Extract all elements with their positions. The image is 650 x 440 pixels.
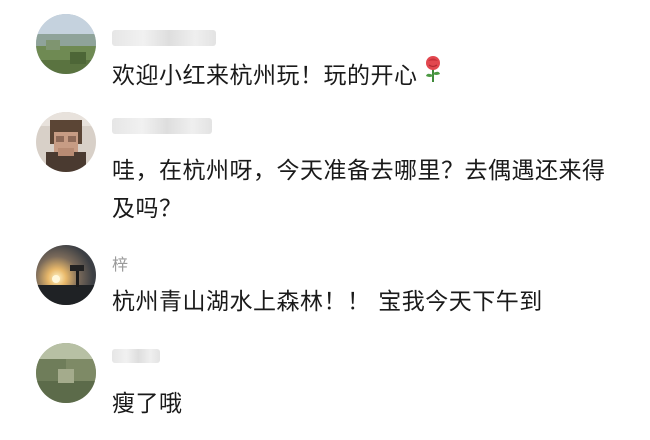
username-blurred xyxy=(112,30,216,46)
comment-body: 杭州青山湖水上森林！！ 宝我今天下午到 xyxy=(112,283,622,321)
comment-text: 哇，在杭州呀，今天准备去哪里？去偶遇还来得及吗？ xyxy=(112,158,606,222)
comment-item: 瘦了哦 xyxy=(0,335,650,440)
comment-body: 哇，在杭州呀，今天准备去哪里？去偶遇还来得及吗？ xyxy=(112,152,622,228)
username-blurred xyxy=(112,118,212,134)
rose-icon xyxy=(422,55,444,95)
comment-text: 瘦了哦 xyxy=(112,391,183,417)
pixelated-avatar-image xyxy=(36,112,96,172)
comment-text: 杭州青山湖水上森林！！ 宝我今天下午到 xyxy=(112,289,543,315)
pixelated-avatar-image xyxy=(36,343,96,403)
pixelated-avatar-image xyxy=(36,14,96,74)
comment-thread: 欢迎小红来杭州玩！玩的开心 哇，在杭州呀，今天准备去哪里？去偶遇还来得及吗？ 梓… xyxy=(0,0,650,440)
username[interactable]: 梓 xyxy=(112,251,128,275)
avatar[interactable] xyxy=(36,14,96,74)
username-blurred xyxy=(112,349,160,363)
comment-text: 欢迎小红来杭州玩！玩的开心 xyxy=(112,63,418,89)
comment-body: 瘦了哦 xyxy=(112,385,622,423)
comment-item: 欢迎小红来杭州玩！玩的开心 xyxy=(0,0,650,110)
comment-body: 欢迎小红来杭州玩！玩的开心 xyxy=(112,55,622,95)
avatar[interactable] xyxy=(36,343,96,403)
comment-item: 梓 杭州青山湖水上森林！！ 宝我今天下午到 xyxy=(0,235,650,335)
comment-item: 哇，在杭州呀，今天准备去哪里？去偶遇还来得及吗？ xyxy=(0,110,650,235)
sunset-avatar-image xyxy=(36,245,96,305)
avatar[interactable] xyxy=(36,112,96,172)
avatar[interactable] xyxy=(36,245,96,305)
